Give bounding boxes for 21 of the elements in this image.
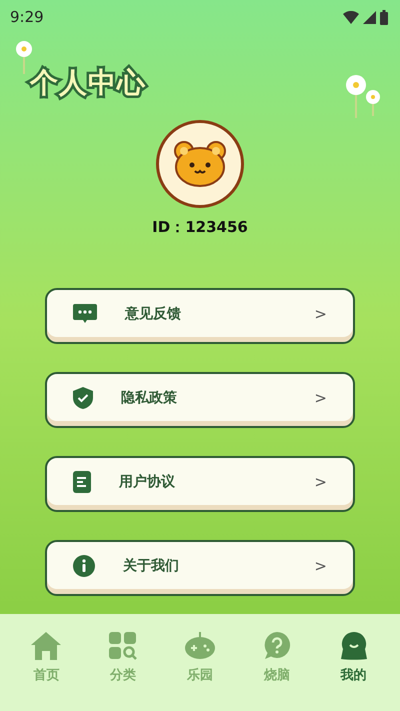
shield-check-icon — [73, 387, 93, 410]
menu-item[interactable]: 隐私政策 > — [45, 372, 355, 428]
battery-icon — [380, 10, 388, 24]
page-title: 个人中心 — [30, 66, 146, 100]
menu-item[interactable]: 用户协议 > — [45, 456, 355, 512]
question-bubble-icon — [262, 632, 291, 660]
menu-item[interactable]: 关于我们 > — [45, 540, 355, 596]
smiley-profile-icon — [340, 632, 367, 660]
chat-bubble-icon — [73, 304, 97, 324]
status-time: 9:29 — [10, 6, 44, 28]
wifi-icon — [343, 10, 359, 24]
home-icon — [31, 632, 62, 660]
user-id: ID：123456 — [151, 216, 249, 238]
info-icon — [73, 555, 95, 578]
menu-item[interactable]: 意见反馈 > — [45, 288, 355, 344]
document-icon — [73, 471, 91, 494]
tab[interactable]: 我的 — [324, 614, 384, 711]
gamepad-icon — [184, 632, 215, 660]
signal-icon — [363, 10, 376, 24]
grid-search-icon — [109, 632, 138, 660]
bear-face-icon — [174, 140, 226, 187]
